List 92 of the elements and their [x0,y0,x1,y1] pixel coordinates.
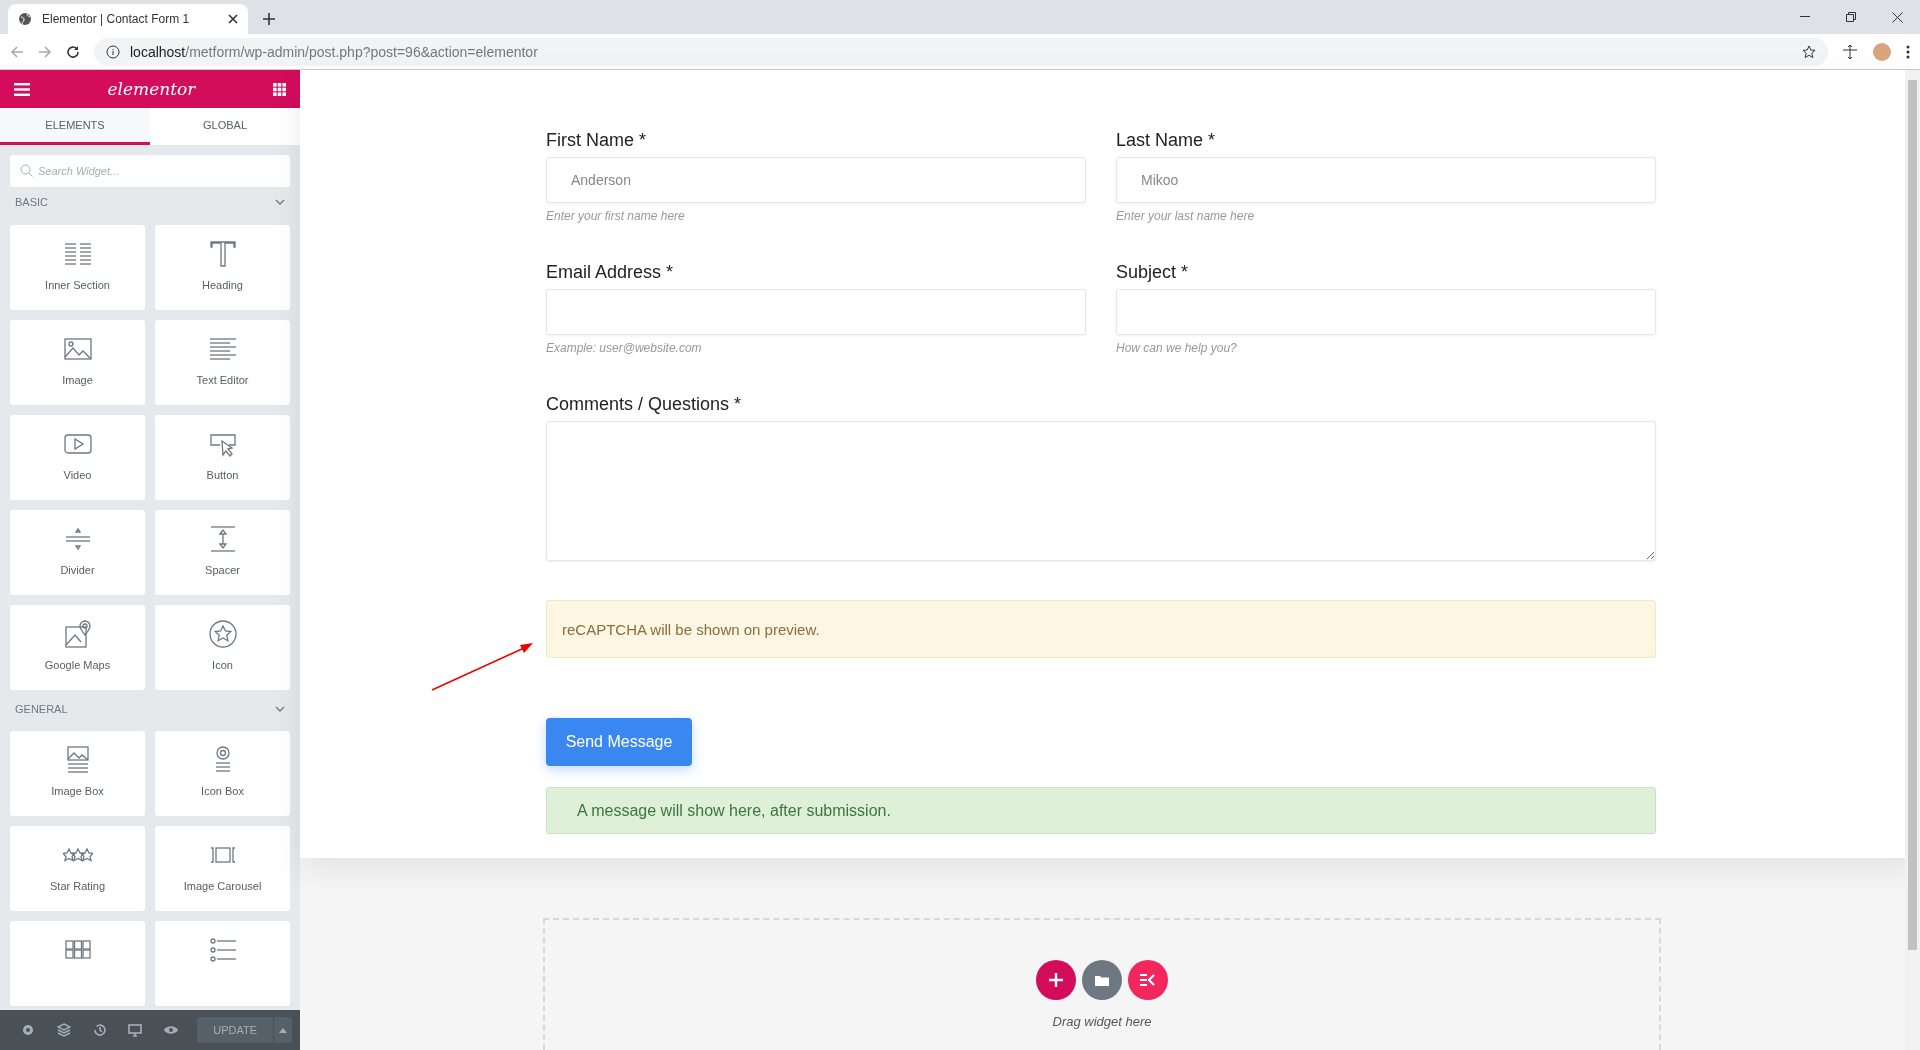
widget-card[interactable]: Video [10,414,145,500]
layers-icon[interactable] [56,1023,71,1037]
widget-card[interactable]: Image Carousel [155,826,290,911]
search-icon [20,164,33,177]
settings-icon[interactable] [20,1023,35,1037]
star-icon[interactable] [1802,44,1816,59]
avatar-icon[interactable] [1872,41,1892,62]
caret-button[interactable] [273,1017,293,1043]
widget-label: Heading [202,278,243,291]
field-label: First Name * [546,130,647,151]
widget-card[interactable]: Spacer [155,509,290,595]
widget-card[interactable]: Image [10,319,145,405]
widget-label: Video [63,468,92,481]
widget-card[interactable]: Button [155,414,290,500]
field-hint: How can we help you? [1116,341,1238,355]
widget-label: Spacer [205,563,240,576]
widget-label: Icon Box [201,785,244,797]
letter-t-icon [207,238,238,269]
caret-icon [279,1027,288,1033]
field-label: Email Address * [546,262,675,283]
close-icon[interactable] [228,14,238,24]
menu-icon[interactable] [1906,44,1910,59]
history-icon[interactable] [92,1023,107,1037]
move-icon[interactable] [1842,43,1858,60]
widget-label: Text Editor [196,373,249,386]
elementor-logo: elementor [107,79,196,99]
star-circle-icon [207,618,238,649]
folder-icon [1095,974,1109,986]
field-label: Comments / Questions * [546,394,743,415]
widget-label: Divider [60,563,95,576]
input-field[interactable]: Mikoo [1116,157,1656,203]
field-hint: Enter your first name here [546,209,686,223]
apps-grid-icon[interactable] [273,82,286,96]
input-field[interactable] [546,289,1086,335]
widget-card[interactable]: Text Editor [155,319,290,405]
back-icon[interactable] [10,44,24,59]
field-hint: Example: user@website.com [546,341,703,355]
close-icon[interactable] [1891,11,1903,23]
plus-icon [1049,973,1063,987]
url-text: localhost/metform/wp-admin/post.php?post=96&action=elementor [130,43,538,60]
address-bar[interactable]: localhost/metform/wp-admin/post.php?post=96&action=elementor [94,37,1828,66]
field-label: Last Name * [1116,130,1217,151]
new-tab-icon[interactable] [262,12,276,26]
category-title: GENERAL [15,702,68,715]
map-pin-icon [62,618,93,649]
widget-label: Inner Section [45,278,110,291]
scrollbar[interactable] [1905,70,1920,1050]
minimize-icon[interactable] [1800,16,1810,18]
restore-icon[interactable] [1846,12,1856,22]
category-title: BASIC [15,196,48,209]
widget-label: Image Box [51,785,104,797]
widget-card[interactable]: Divider [10,509,145,595]
monitor-icon[interactable] [128,1023,143,1037]
widget-card[interactable] [10,921,145,1006]
widget-card[interactable]: Icon [155,604,290,690]
widget-label: Image [62,373,93,386]
reload-icon[interactable] [66,44,80,59]
template-library-button[interactable] [1082,960,1122,1000]
panel-tab[interactable]: ELEMENTS [0,108,150,145]
widget-card[interactable]: Google Maps [10,604,145,690]
elements-kit-button[interactable] [1128,960,1168,1000]
widget-label: Button [206,468,239,481]
browser-tab[interactable]: Elementor | Contact Form 1 [8,4,248,34]
input-field[interactable]: Anderson [546,157,1086,203]
search-field[interactable]: Search Widget... [10,155,290,187]
widget-label: Star Rating [50,880,105,892]
widget-card[interactable]: Heading [155,224,290,310]
widget-label: Icon [212,658,233,671]
info-icon [106,44,120,59]
recaptcha-notice: reCAPTCHA will be shown on preview. [546,600,1656,658]
widget-card[interactable]: Image Box [10,731,145,816]
forward-icon[interactable] [38,44,52,59]
send-message-button[interactable]: Send Message [546,718,692,766]
widget-label: Google Maps [44,658,111,671]
field-label: Subject * [1116,262,1190,283]
tab-title: Elementor | Contact Form 1 [42,12,191,26]
chevron-icon[interactable] [275,705,285,712]
drop-hint: Drag widget here [1052,1014,1152,1029]
field-hint: Enter your last name here [1116,209,1256,223]
bullet-list-icon [207,935,238,965]
globe-icon [18,12,32,26]
widget-card[interactable]: Icon Box [155,731,290,816]
success-message: A message will show here, after submission. [546,787,1656,834]
comments-field[interactable] [546,421,1656,561]
chevron-icon[interactable] [275,199,285,206]
widget-card[interactable]: Inner Section [10,224,145,310]
widget-label: Image Carousel [183,880,262,892]
lines-chevron-icon [1140,974,1156,986]
add-section-button[interactable] [1036,960,1076,1000]
widget-card[interactable]: Star Rating [10,826,145,911]
eye-icon[interactable] [163,1025,180,1035]
input-field[interactable] [1116,289,1656,335]
